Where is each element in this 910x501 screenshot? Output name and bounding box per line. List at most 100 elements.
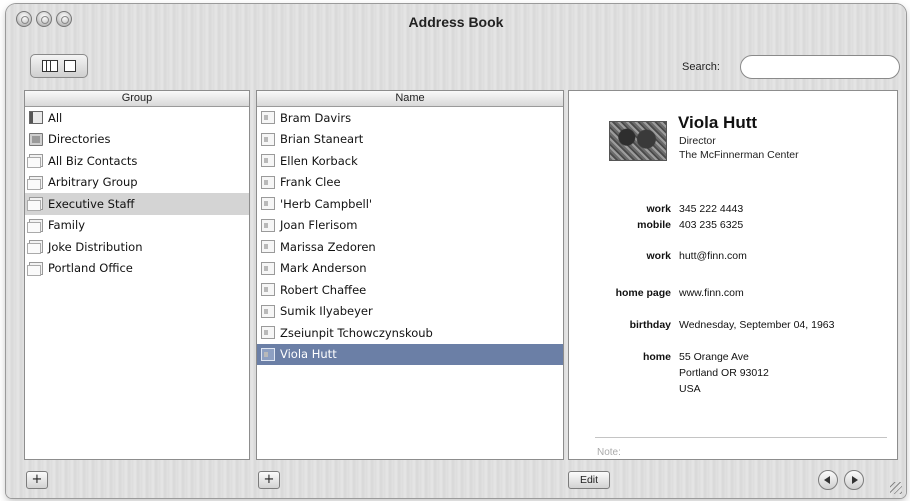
window-title: Address Book [408, 14, 504, 30]
next-card-button[interactable] [844, 470, 864, 490]
edit-card-button[interactable]: Edit [568, 471, 610, 489]
group-item-directories[interactable]: Directories [25, 129, 249, 151]
name-item-label: Robert Chaffee [280, 282, 367, 297]
name-item-label: Sumik Ilyabeyer [280, 304, 373, 319]
name-list: Bram Davirs Brian Staneart Ellen Korback… [257, 107, 563, 365]
group-item-all-biz-contacts[interactable]: All Biz Contacts [25, 150, 249, 172]
email-value[interactable]: hutt@finn.com [679, 250, 747, 262]
name-item[interactable]: Mark Anderson [257, 258, 563, 280]
homepage-label: home page [615, 287, 671, 299]
name-item[interactable]: Zseiunpit Tchowczynskoub [257, 322, 563, 344]
birthday-label: birthday [629, 319, 671, 331]
name-item-label: Zseiunpit Tchowczynskoub [280, 325, 433, 340]
search-input[interactable] [740, 55, 900, 79]
contact-card-icon [261, 111, 275, 125]
group-item-all[interactable]: All [25, 107, 249, 129]
contact-card-icon [261, 347, 275, 361]
contact-card-icon [261, 175, 275, 189]
homepage-value[interactable]: www.finn.com [679, 287, 744, 299]
note-field[interactable]: Note: [597, 447, 621, 458]
contact-card-icon [261, 240, 275, 254]
group-item-portland-office[interactable]: Portland Office [25, 258, 249, 280]
previous-card-button[interactable] [818, 470, 838, 490]
group-item-joke-distribution[interactable]: Joke Distribution [25, 236, 249, 258]
all-contacts-icon [29, 111, 43, 125]
contact-card-icon [261, 197, 275, 211]
group-icon [27, 261, 43, 276]
card-pane: Viola Hutt Director The McFinnerman Cent… [568, 90, 898, 460]
name-item-label: 'Herb Campbell' [280, 196, 373, 211]
group-item-label: Joke Distribution [48, 239, 143, 254]
contact-job-title: Director [679, 135, 716, 147]
name-item-label: Viola Hutt [280, 347, 337, 362]
group-item-label: Executive Staff [48, 196, 135, 211]
name-item[interactable]: Joan Flerisom [257, 215, 563, 237]
group-item-label: Portland Office [48, 261, 133, 276]
phone-label: mobile [637, 219, 671, 231]
name-item[interactable]: Marissa Zedoren [257, 236, 563, 258]
contact-card-icon [261, 304, 275, 318]
phone-label: work [646, 203, 671, 215]
group-icon [27, 197, 43, 212]
name-item[interactable]: Ellen Korback [257, 150, 563, 172]
group-item-label: All Biz Contacts [48, 153, 138, 168]
group-item-label: Directories [48, 132, 111, 147]
note-divider [595, 437, 887, 438]
address-line3[interactable]: USA [679, 383, 701, 395]
contact-card-icon [261, 326, 275, 340]
contact-card-icon [261, 261, 275, 275]
group-item-arbitrary-group[interactable]: Arbitrary Group [25, 172, 249, 194]
title-bar[interactable]: Address Book [6, 4, 906, 44]
group-column-header[interactable]: Group [25, 91, 249, 107]
name-item[interactable]: Robert Chaffee [257, 279, 563, 301]
name-item-label: Ellen Korback [280, 153, 358, 168]
group-item-executive-staff[interactable]: Executive Staff [25, 193, 249, 215]
name-item[interactable]: Bram Davirs [257, 107, 563, 129]
name-item-label: Joan Flerisom [280, 218, 358, 233]
contact-name: Viola Hutt [678, 113, 758, 132]
name-pane: Name Bram Davirs Brian Staneart Ellen Ko… [256, 90, 564, 460]
group-icon [27, 240, 43, 255]
name-item-label: Bram Davirs [280, 110, 352, 125]
phone-value[interactable]: 403 235 6325 [679, 219, 743, 231]
group-item-family[interactable]: Family [25, 215, 249, 237]
resize-grip-icon[interactable] [890, 482, 902, 494]
name-item-label: Brian Staneart [280, 132, 364, 147]
birthday-value: Wednesday, September 04, 1963 [679, 319, 835, 331]
add-group-button[interactable]: + [26, 471, 48, 489]
group-icon [27, 218, 43, 233]
add-person-button[interactable]: + [258, 471, 280, 489]
group-pane: Group All Directories All Biz Contacts A… [24, 90, 250, 460]
pane-splitter[interactable] [563, 90, 567, 460]
card-and-column-view-icon[interactable] [42, 60, 58, 72]
pane-splitter[interactable] [251, 90, 255, 460]
name-item[interactable]: Frank Clee [257, 172, 563, 194]
name-item-label: Marissa Zedoren [280, 239, 376, 254]
group-list: All Directories All Biz Contacts Arbitra… [25, 107, 249, 279]
name-column-header[interactable]: Name [257, 91, 563, 107]
name-item-label: Mark Anderson [280, 261, 367, 276]
name-item[interactable]: Sumik Ilyabeyer [257, 301, 563, 323]
contact-card-icon [261, 283, 275, 297]
group-icon [27, 154, 43, 169]
group-item-label: Family [48, 218, 86, 233]
group-item-label: All [48, 110, 63, 125]
directory-icon [29, 132, 43, 146]
name-item-label: Frank Clee [280, 175, 341, 190]
contact-photo[interactable] [609, 121, 667, 161]
address-line1[interactable]: 55 Orange Ave [679, 351, 749, 363]
phone-value[interactable]: 345 222 4443 [679, 203, 743, 215]
email-label: work [646, 250, 671, 262]
address-book-window: Address Book Search: Group All Directori… [6, 4, 906, 498]
address-line2[interactable]: Portland OR 93012 [679, 367, 769, 379]
name-item-selected[interactable]: Viola Hutt [257, 343, 563, 365]
search-label: Search: [682, 61, 720, 73]
name-item[interactable]: Brian Staneart [257, 129, 563, 151]
address-label: home [642, 351, 671, 363]
contact-company: The McFinnerman Center [679, 149, 799, 161]
contact-card-icon [261, 132, 275, 146]
view-toggle[interactable] [30, 54, 88, 78]
card-only-view-icon[interactable] [64, 60, 76, 72]
group-icon [27, 175, 43, 190]
name-item[interactable]: 'Herb Campbell' [257, 193, 563, 215]
